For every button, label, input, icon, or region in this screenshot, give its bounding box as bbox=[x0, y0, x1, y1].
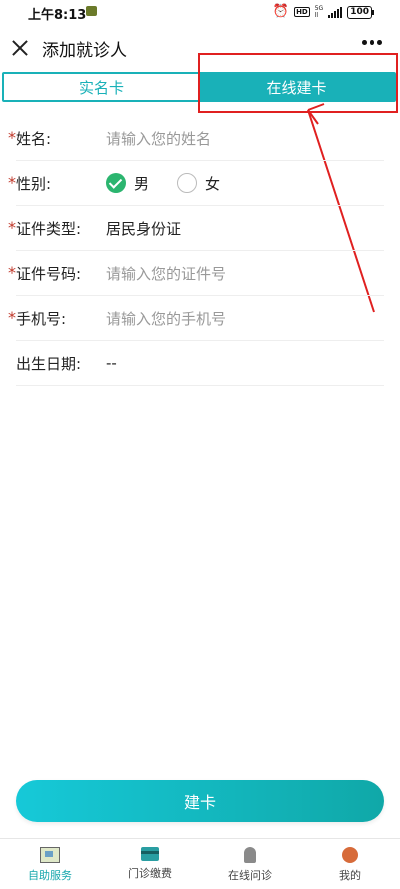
id-type-select[interactable]: 居民身份证 bbox=[106, 218, 181, 239]
nav-label: 自助服务 bbox=[28, 869, 72, 882]
birthday-row: 出生日期: -- bbox=[16, 341, 384, 386]
id-type-row: * 证件类型: 居民身份证 bbox=[8, 206, 384, 251]
birthday-label: 出生日期: bbox=[16, 354, 82, 373]
nav-self-service[interactable]: 自助服务 bbox=[0, 839, 100, 889]
nav-label: 门诊缴费 bbox=[128, 867, 172, 880]
gender-row: * 性别: 男 女 bbox=[8, 161, 384, 206]
nav-mine[interactable]: 我的 bbox=[300, 839, 400, 889]
gender-label: 性别: bbox=[16, 174, 52, 193]
required-mark: * bbox=[8, 173, 16, 192]
doctor-icon bbox=[244, 847, 256, 863]
phone-input[interactable]: 请输入您的手机号 bbox=[106, 308, 226, 329]
create-card-button[interactable]: 建卡 bbox=[16, 780, 384, 822]
birthday-value: -- bbox=[106, 354, 117, 372]
nav-label: 我的 bbox=[339, 869, 361, 882]
id-number-input[interactable]: 请输入您的证件号 bbox=[106, 263, 226, 284]
phone-label: 手机号: bbox=[16, 309, 67, 328]
name-label: 姓名: bbox=[16, 129, 52, 148]
bottom-nav: 自助服务 门诊缴费 在线问诊 我的 bbox=[0, 838, 400, 889]
patient-form: * 姓名: 请输入您的姓名 * 性别: 男 女 * 证件类型: 居民身份证 * … bbox=[0, 116, 400, 386]
id-number-row: * 证件号码: 请输入您的证件号 bbox=[8, 251, 384, 296]
gender-option-female[interactable]: 女 bbox=[205, 173, 220, 194]
required-mark: * bbox=[8, 218, 16, 237]
phone-row: * 手机号: 请输入您的手机号 bbox=[8, 296, 384, 341]
gender-option-male[interactable]: 男 bbox=[134, 173, 149, 194]
id-number-label: 证件号码: bbox=[16, 264, 82, 283]
name-row: * 姓名: 请输入您的姓名 bbox=[8, 116, 384, 161]
card-icon bbox=[141, 847, 159, 861]
id-type-label: 证件类型: bbox=[16, 219, 82, 238]
gender-options: 男 女 bbox=[106, 173, 220, 194]
name-input[interactable]: 请输入您的姓名 bbox=[106, 128, 211, 149]
required-mark: * bbox=[8, 128, 16, 147]
nav-label: 在线问诊 bbox=[228, 869, 272, 882]
female-radio-icon[interactable] bbox=[177, 173, 198, 193]
required-mark: * bbox=[8, 263, 16, 282]
nav-online-consultation[interactable]: 在线问诊 bbox=[200, 839, 300, 889]
required-mark: * bbox=[8, 308, 16, 327]
male-radio-checked-icon[interactable] bbox=[106, 173, 126, 193]
profile-icon bbox=[342, 847, 358, 863]
nav-outpatient-payment[interactable]: 门诊缴费 bbox=[100, 839, 200, 889]
self-service-icon bbox=[40, 847, 60, 863]
